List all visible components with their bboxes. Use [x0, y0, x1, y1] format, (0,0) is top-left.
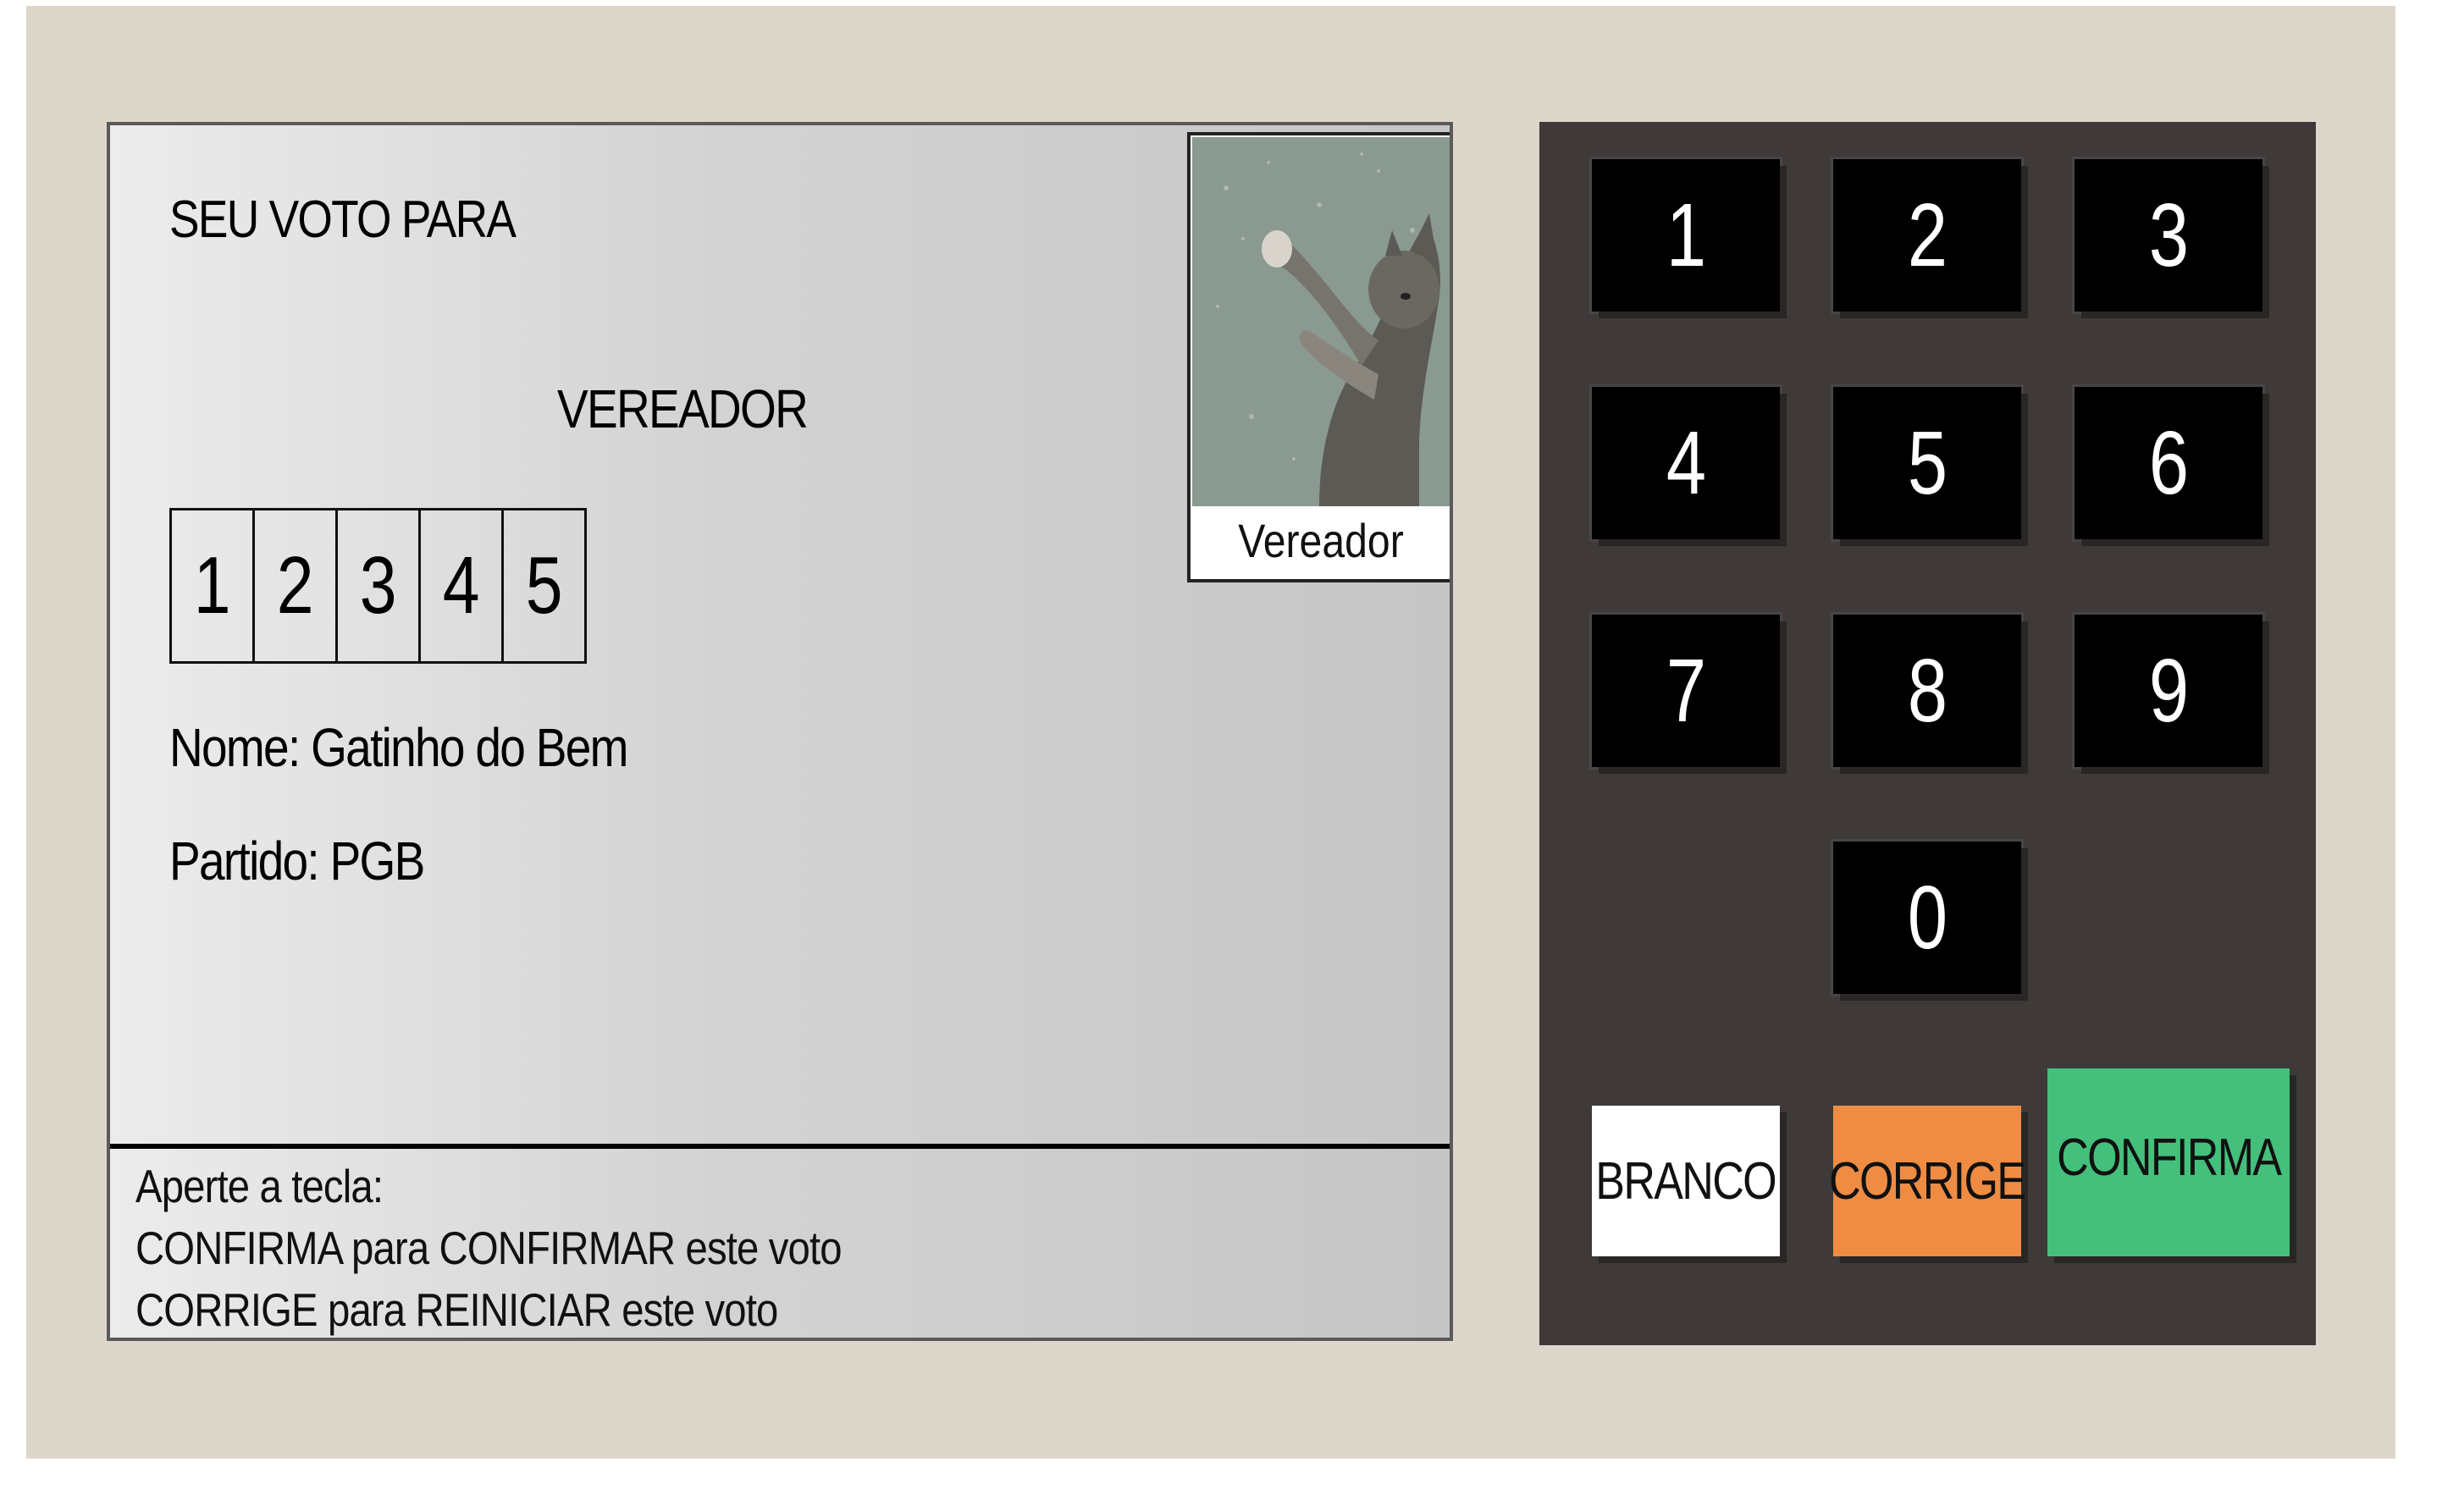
office-title: VEREADOR [557, 378, 809, 439]
key-0[interactable]: 0 [1833, 842, 2021, 994]
vote-digit: 2 [252, 508, 338, 664]
ballot-screen: SEU VOTO PARA VEREADOR 1 2 3 4 5 Nome: G… [107, 122, 1453, 1341]
vote-number-boxes: 1 2 3 4 5 [169, 508, 587, 664]
key-4[interactable]: 4 [1592, 387, 1780, 539]
candidate-photo [1192, 137, 1450, 506]
key-9[interactable]: 9 [2075, 615, 2262, 767]
candidate-party: Partido: PGB [169, 830, 425, 891]
key-7[interactable]: 7 [1592, 615, 1780, 767]
branco-button[interactable]: BRANCO [1592, 1106, 1780, 1256]
keypad: 1 2 3 4 5 6 7 8 9 0 BRANCO CORRIGE CONFI… [1539, 122, 2316, 1345]
cat-photo-image [1192, 137, 1450, 506]
instruction-line: CORRIGE para REINICIAR este voto [135, 1283, 778, 1336]
vote-heading: SEU VOTO PARA [169, 190, 517, 249]
key-8[interactable]: 8 [1833, 615, 2021, 767]
key-5[interactable]: 5 [1833, 387, 2021, 539]
vote-digit: 5 [501, 508, 587, 664]
instruction-line: CONFIRMA para CONFIRMAR este voto [135, 1222, 843, 1274]
corrige-button[interactable]: CORRIGE [1829, 1106, 2026, 1256]
candidate-name: Nome: Gatinho do Bem [169, 717, 628, 778]
key-6[interactable]: 6 [2075, 387, 2262, 539]
vote-digit: 1 [169, 508, 255, 664]
photo-caption: Vereador [1238, 514, 1404, 567]
candidate-photo-card: Vereador [1187, 132, 1450, 582]
key-3[interactable]: 3 [2075, 159, 2262, 312]
key-1[interactable]: 1 [1592, 159, 1780, 312]
vote-digit: 4 [418, 508, 504, 664]
instructions-panel: Aperte a tecla: CONFIRMA para CONFIRMAR … [110, 1144, 1450, 1338]
instruction-line: Aperte a tecla: [135, 1160, 384, 1212]
confirma-button[interactable]: CONFIRMA [2047, 1068, 2290, 1256]
key-2[interactable]: 2 [1833, 159, 2021, 312]
vote-digit: 3 [335, 508, 421, 664]
